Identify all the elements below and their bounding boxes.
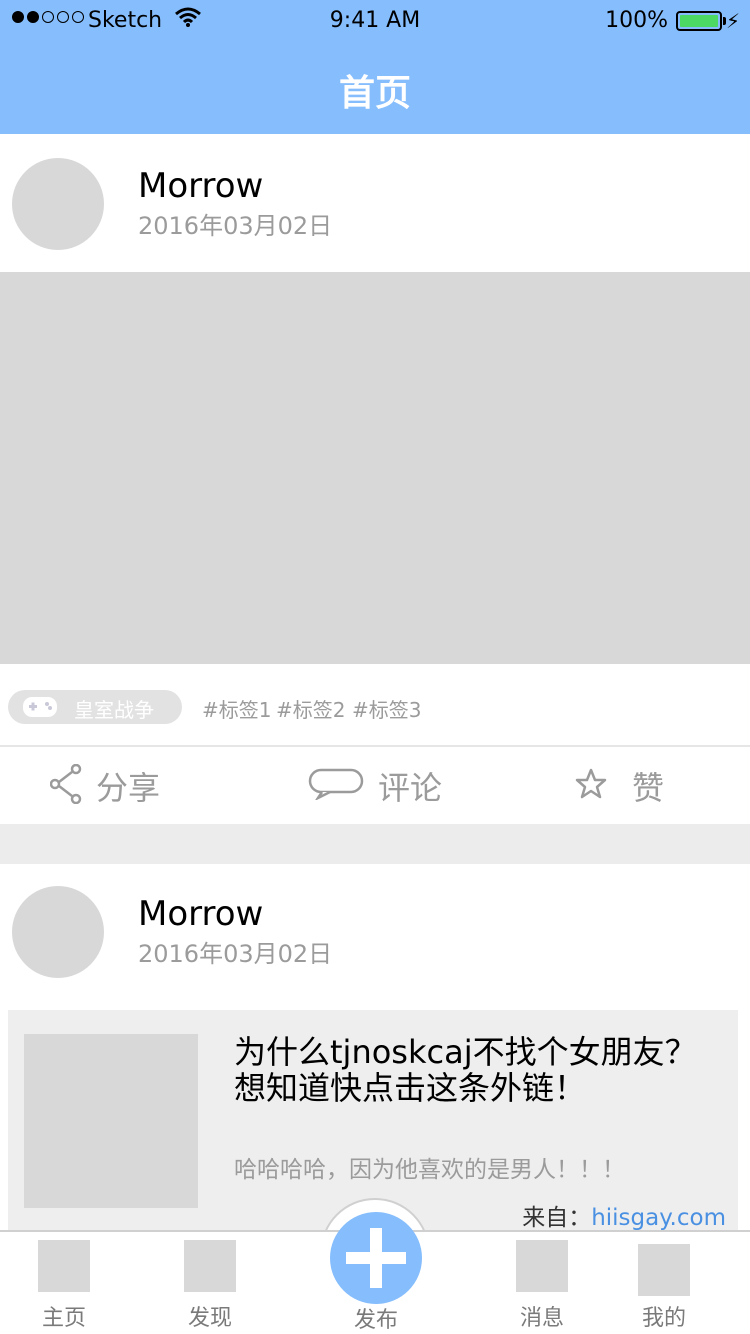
tag-link[interactable]: #标签2 — [276, 694, 345, 723]
comment-button[interactable]: 评论 — [308, 748, 442, 824]
tab-label: 发现 — [187, 1306, 232, 1331]
publish-button[interactable] — [330, 1212, 422, 1304]
username[interactable]: Morrow — [138, 166, 263, 206]
source-domain[interactable]: hiisgay.com — [591, 1205, 726, 1231]
tab-messages[interactable]: 消息 — [492, 1232, 592, 1334]
link-description: 哈哈哈哈，因为他喜欢的是男人！！！ — [234, 1157, 625, 1183]
page-title: 首页 — [338, 73, 411, 114]
post-image[interactable] — [0, 272, 750, 664]
link-source: 来自：hiisgay.com — [522, 1198, 726, 1232]
post-separator — [0, 824, 750, 864]
share-label: 分享 — [96, 769, 161, 807]
game-tag-pill[interactable]: 皇室战争 — [8, 690, 182, 724]
gamepad-icon — [22, 693, 58, 725]
tab-mine[interactable]: 我的 — [614, 1232, 714, 1334]
link-title: 为什么tjnoskcaj不找个女朋友？想知道快点击这条外链！ — [234, 1033, 697, 1107]
tab-label: 发布 — [353, 1308, 398, 1333]
post-header[interactable]: Morrow 2016年03月02日 — [0, 864, 750, 1002]
star-icon — [574, 767, 608, 805]
home-icon — [38, 1240, 90, 1292]
share-button[interactable]: 分享 — [49, 748, 161, 824]
post-header[interactable]: Morrow 2016年03月02日 — [0, 134, 750, 272]
tag-link[interactable]: #标签1 — [202, 694, 271, 723]
tab-discover[interactable]: 发现 — [160, 1232, 260, 1334]
post-date: 2016年03月02日 — [138, 940, 333, 968]
tag-link[interactable]: #标签3 — [352, 694, 421, 723]
avatar[interactable] — [12, 158, 104, 250]
game-tag-label: 皇室战争 — [74, 698, 154, 722]
post-actions: 分享 评论 赞 — [0, 748, 750, 824]
avatar[interactable] — [12, 886, 104, 978]
like-label: 赞 — [632, 769, 665, 807]
discover-icon — [184, 1240, 236, 1292]
post-date: 2016年03月02日 — [138, 212, 333, 240]
source-prefix: 来自： — [522, 1205, 592, 1231]
tab-label: 主页 — [41, 1306, 86, 1331]
comment-icon — [308, 768, 364, 804]
tab-label: 我的 — [641, 1306, 686, 1331]
status-bar: Sketch 9:41 AM 100% ⚡ — [0, 0, 750, 42]
messages-icon — [516, 1240, 568, 1292]
username[interactable]: Morrow — [138, 894, 263, 934]
battery-icon — [676, 11, 722, 31]
top-bar: Sketch 9:41 AM 100% ⚡ 首页 — [0, 0, 750, 134]
profile-icon — [638, 1244, 690, 1296]
charging-icon: ⚡ — [725, 9, 740, 33]
like-button[interactable]: 赞 — [574, 748, 664, 824]
comment-label: 评论 — [378, 769, 443, 807]
battery-percent: 100% — [605, 8, 668, 33]
tab-home[interactable]: 主页 — [14, 1232, 114, 1334]
link-thumbnail — [24, 1034, 198, 1208]
plus-icon-vertical — [370, 1228, 382, 1288]
tab-label: 消息 — [519, 1306, 564, 1331]
share-icon — [49, 763, 82, 808]
tags-row: 皇室战争 #标签1 #标签2 #标签3 — [0, 664, 750, 747]
